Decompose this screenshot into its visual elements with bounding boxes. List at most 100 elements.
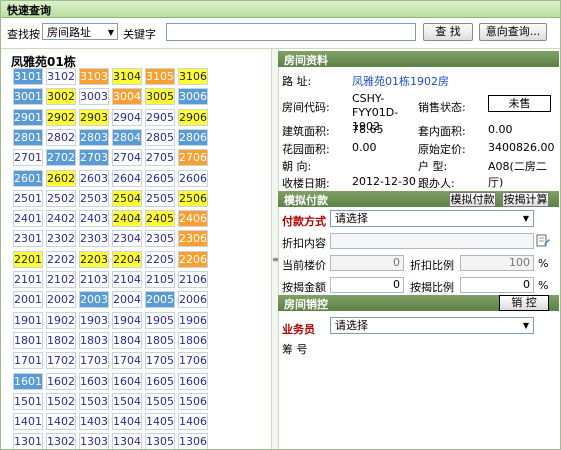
room-cell[interactable]: 3006 xyxy=(178,88,208,106)
room-cell[interactable]: 3001 xyxy=(13,88,43,106)
room-cell[interactable]: 1306 xyxy=(178,433,208,449)
room-cell[interactable]: 2302 xyxy=(46,230,76,248)
room-cell[interactable]: 2802 xyxy=(46,128,76,146)
room-cell[interactable]: 1706 xyxy=(178,352,208,370)
room-cell[interactable]: 3102 xyxy=(46,68,76,85)
room-cell[interactable]: 3106 xyxy=(178,68,208,85)
room-cell[interactable]: 2004 xyxy=(112,291,142,309)
room-cell[interactable]: 1303 xyxy=(79,433,109,449)
room-cell[interactable]: 2902 xyxy=(46,108,76,126)
room-cell[interactable]: 1804 xyxy=(112,331,142,349)
room-cell[interactable]: 2806 xyxy=(178,128,208,146)
room-cell[interactable]: 1605 xyxy=(145,372,175,390)
room-cell[interactable]: 2104 xyxy=(112,271,142,288)
payment-method-select[interactable]: 请选择 ▼ xyxy=(330,210,534,227)
room-cell[interactable]: 2506 xyxy=(178,189,208,207)
room-cell[interactable]: 1401 xyxy=(13,413,43,431)
room-cell[interactable]: 2103 xyxy=(79,271,109,288)
room-cell[interactable]: 2501 xyxy=(13,189,43,207)
room-cell[interactable]: 2601 xyxy=(13,169,43,187)
room-cell[interactable]: 2602 xyxy=(46,169,76,187)
room-cell[interactable]: 2206 xyxy=(178,250,208,268)
room-cell[interactable]: 2503 xyxy=(79,189,109,207)
room-cell[interactable]: 2904 xyxy=(112,108,142,126)
room-cell[interactable]: 2505 xyxy=(145,189,175,207)
room-cell[interactable]: 1803 xyxy=(79,331,109,349)
room-cell[interactable]: 1602 xyxy=(46,372,76,390)
room-cell[interactable]: 2001 xyxy=(13,291,43,309)
room-cell[interactable]: 2706 xyxy=(178,149,208,167)
room-cell[interactable]: 2603 xyxy=(79,169,109,187)
salesperson-select[interactable]: 请选择 ▼ xyxy=(330,317,534,334)
room-cell[interactable]: 2101 xyxy=(13,271,43,288)
discount-input[interactable] xyxy=(330,233,534,249)
room-cell[interactable]: 1806 xyxy=(178,331,208,349)
room-cell[interactable]: 2201 xyxy=(13,250,43,268)
collapse-grip-icon[interactable]: ≡ xyxy=(272,255,279,264)
room-cell[interactable]: 1802 xyxy=(46,331,76,349)
room-cell[interactable]: 2401 xyxy=(13,210,43,228)
room-cell[interactable]: 2205 xyxy=(145,250,175,268)
room-cell[interactable]: 1402 xyxy=(46,413,76,431)
room-cell[interactable]: 1404 xyxy=(112,413,142,431)
room-cell[interactable]: 2102 xyxy=(46,271,76,288)
room-cell[interactable]: 1904 xyxy=(112,311,142,329)
room-cell[interactable]: 1705 xyxy=(145,352,175,370)
room-cell[interactable]: 2105 xyxy=(145,271,175,288)
room-cell[interactable]: 2604 xyxy=(112,169,142,187)
room-cell[interactable]: 1504 xyxy=(112,392,142,410)
room-cell[interactable]: 3002 xyxy=(46,88,76,106)
room-cell[interactable]: 2304 xyxy=(112,230,142,248)
room-cell[interactable]: 2703 xyxy=(79,149,109,167)
find-button[interactable]: 查 找 xyxy=(423,23,473,41)
room-cell[interactable]: 1801 xyxy=(13,331,43,349)
room-cell[interactable]: 1603 xyxy=(79,372,109,390)
room-cell[interactable]: 1604 xyxy=(112,372,142,390)
room-cell[interactable]: 2003 xyxy=(79,291,109,309)
room-cell[interactable]: 1305 xyxy=(145,433,175,449)
room-cell[interactable]: 2605 xyxy=(145,169,175,187)
room-cell[interactable]: 3101 xyxy=(13,68,43,85)
room-cell[interactable]: 3003 xyxy=(79,88,109,106)
loan-amount-input[interactable]: 0 xyxy=(330,277,404,293)
room-cell[interactable]: 1505 xyxy=(145,392,175,410)
room-cell[interactable]: 2901 xyxy=(13,108,43,126)
room-cell[interactable]: 1903 xyxy=(79,311,109,329)
room-cell[interactable]: 2405 xyxy=(145,210,175,228)
room-cell[interactable]: 2006 xyxy=(178,291,208,309)
room-cell[interactable]: 2504 xyxy=(112,189,142,207)
room-cell[interactable]: 1905 xyxy=(145,311,175,329)
room-cell[interactable]: 2106 xyxy=(178,271,208,288)
room-cell[interactable]: 1304 xyxy=(112,433,142,449)
room-cell[interactable]: 1901 xyxy=(13,311,43,329)
room-cell[interactable]: 2705 xyxy=(145,149,175,167)
room-cell[interactable]: 2606 xyxy=(178,169,208,187)
discount-rate-input[interactable]: 100 xyxy=(460,255,534,271)
room-cell[interactable]: 2804 xyxy=(112,128,142,146)
room-cell[interactable]: 2502 xyxy=(46,189,76,207)
keyword-input[interactable] xyxy=(166,23,416,41)
room-cell[interactable]: 2203 xyxy=(79,250,109,268)
room-cell[interactable]: 2905 xyxy=(145,108,175,126)
unit-price-input[interactable]: 0 xyxy=(330,255,404,271)
room-cell[interactable]: 1302 xyxy=(46,433,76,449)
room-cell[interactable]: 1502 xyxy=(46,392,76,410)
room-cell[interactable]: 1601 xyxy=(13,372,43,390)
room-cell[interactable]: 1606 xyxy=(178,372,208,390)
room-cell[interactable]: 2903 xyxy=(79,108,109,126)
room-cell[interactable]: 2301 xyxy=(13,230,43,248)
room-cell[interactable]: 2701 xyxy=(13,149,43,167)
room-cell[interactable]: 2204 xyxy=(112,250,142,268)
room-cell[interactable]: 2402 xyxy=(46,210,76,228)
loan-rate-input[interactable]: 0 xyxy=(460,277,534,293)
room-cell[interactable]: 2303 xyxy=(79,230,109,248)
room-cell[interactable]: 2404 xyxy=(112,210,142,228)
room-cell[interactable]: 1403 xyxy=(79,413,109,431)
simulate-payment-button[interactable]: 模拟付款 xyxy=(449,192,496,207)
room-cell[interactable]: 1704 xyxy=(112,352,142,370)
room-cell[interactable]: 1702 xyxy=(46,352,76,370)
room-cell[interactable]: 3005 xyxy=(145,88,175,106)
room-cell[interactable]: 3004 xyxy=(112,88,142,106)
room-cell[interactable]: 2202 xyxy=(46,250,76,268)
search-by-select[interactable]: 房间路址 ▼ xyxy=(42,23,118,40)
